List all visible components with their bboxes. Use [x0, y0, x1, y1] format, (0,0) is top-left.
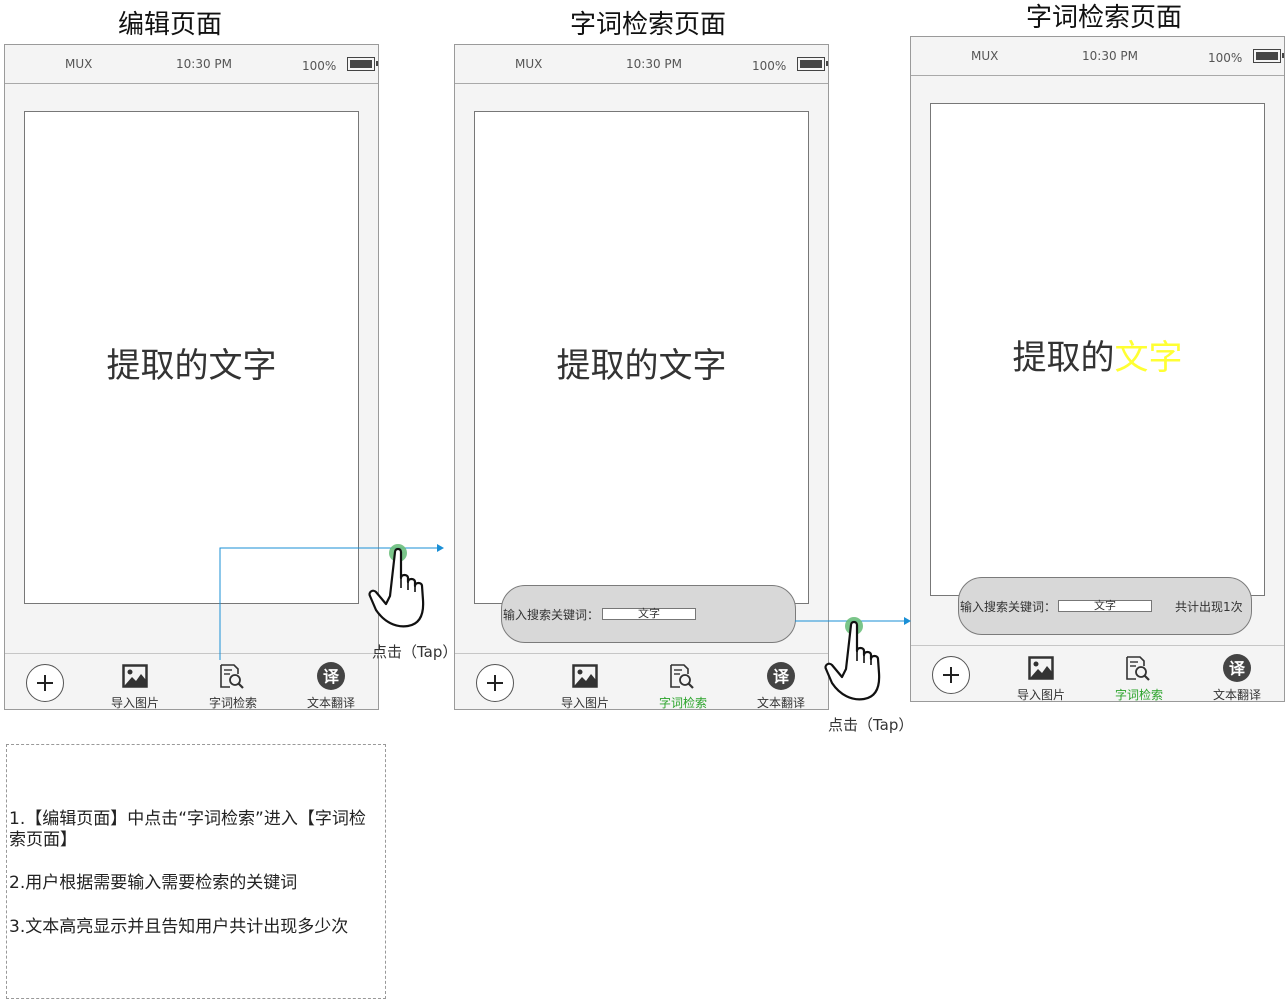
note-item: 3.文本高亮显示并且告知用户共计出现多少次 [9, 917, 349, 937]
notes-box: 1.【编辑页面】中点击“字词检索”进入【字词检索页面】 2.用户根据需要输入需要… [6, 744, 386, 999]
tap-label-2: 点击（Tap） [828, 716, 914, 734]
note-item: 2.用户根据需要输入需要检索的关键词 [9, 873, 298, 893]
tap-hand-icon [368, 544, 425, 628]
tap-label-1: 点击（Tap） [372, 643, 458, 661]
note-item: 1.【编辑页面】中点击“字词检索”进入【字词检索页面】 [9, 809, 366, 850]
tap-hand-icon [824, 617, 881, 701]
